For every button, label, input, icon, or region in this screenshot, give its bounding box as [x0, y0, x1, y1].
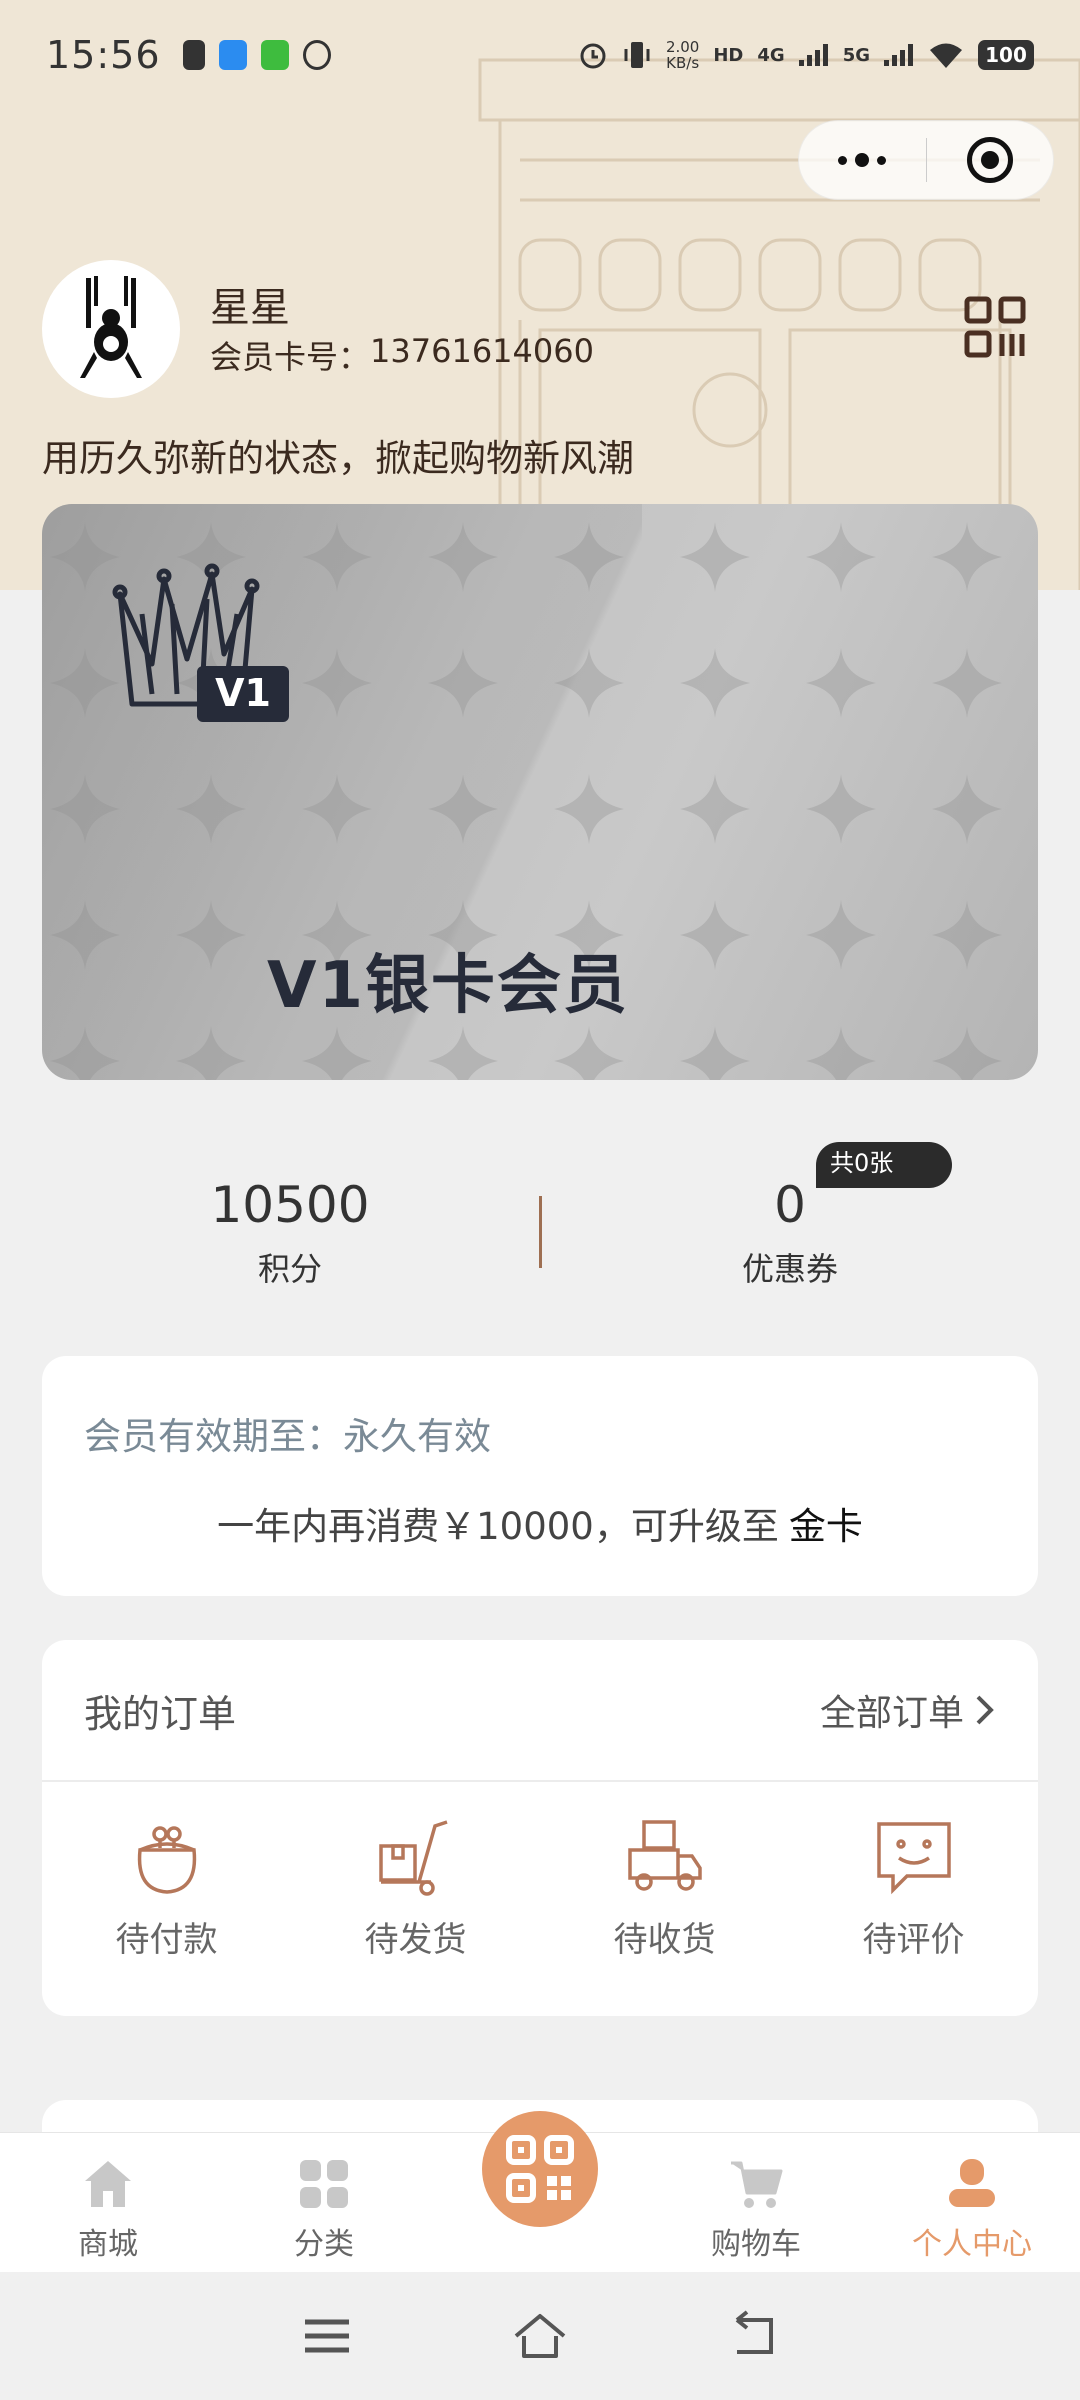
more-dot-icon: [877, 155, 887, 165]
upgrade-hint: 一年内再消费￥10000，可升级至 金卡: [42, 1496, 1038, 1550]
tab-profile[interactable]: 个人中心: [864, 2133, 1080, 2272]
coupons-label: 优惠券: [741, 1250, 838, 1288]
system-navigation-bar: [0, 2272, 1080, 2400]
my-orders-panel: 我的订单 全部订单 待付款 待发货 待收货 待评价: [42, 1640, 1038, 2016]
upgrade-level: 金卡: [788, 1505, 863, 1548]
slogan-text: 用历久弥新的状态，掀起购物新风潮: [42, 437, 634, 480]
qr-scan-icon: [506, 2135, 574, 2203]
purse-icon: [137, 1826, 196, 1894]
network-speed: 2.00 KB/s: [666, 39, 699, 71]
network-5g: 5G: [842, 44, 870, 66]
coupon-count-badge: 共0张: [816, 1142, 952, 1188]
stats-divider: [539, 1196, 542, 1268]
member-level-card[interactable]: V1 V1银卡会员: [42, 504, 1038, 1080]
app-logo-icon: [302, 40, 331, 70]
order-pending-receipt[interactable]: 待收货: [540, 1782, 789, 2014]
order-label: 待发货: [364, 1920, 467, 1960]
menu-icon[interactable]: [297, 2306, 357, 2366]
message-app-icon: [218, 40, 247, 70]
membership-validity-panel: 会员有效期至： 永久有效 一年内再消费￥10000，可升级至 金卡: [42, 1356, 1038, 1596]
tab-mall[interactable]: 商城: [0, 2133, 216, 2272]
home-icon: [85, 2161, 131, 2207]
network-4g: 4G: [757, 44, 785, 66]
points-value: 10500: [210, 1176, 370, 1234]
battery-indicator: 100: [978, 40, 1034, 70]
tab-category[interactable]: 分类: [216, 2133, 432, 2272]
order-pending-payment[interactable]: 待付款: [42, 1782, 291, 2014]
cart-icon: [731, 2161, 783, 2208]
card-number-label: 会员卡号：: [210, 338, 371, 376]
crown-icon: V1: [112, 563, 289, 722]
more-button[interactable]: [799, 153, 926, 167]
miniprogram-capsule: [798, 120, 1054, 200]
order-label: 待评价: [862, 1920, 965, 1960]
status-time: 15:56: [46, 33, 161, 77]
order-status-row: 待付款 待发货 待收货 待评价: [42, 1782, 1038, 2014]
clipboard-icon: [182, 40, 205, 70]
coupons-stat[interactable]: 0 优惠券: [690, 1172, 890, 1290]
tab-scan[interactable]: [432, 2111, 648, 2272]
validity-label: 会员有效期至：: [84, 1415, 343, 1458]
points-label: 积分: [257, 1250, 322, 1288]
scan-qr-button[interactable]: [482, 2111, 598, 2227]
order-pending-review[interactable]: 待评价: [789, 1782, 1038, 2014]
more-dot-icon: [838, 155, 848, 165]
orders-header: 我的订单 全部订单: [42, 1640, 1038, 1782]
order-pending-shipment[interactable]: 待发货: [291, 1782, 540, 2014]
speed-value: 2.00: [665, 38, 700, 56]
member-level-title: V1银卡会员: [267, 949, 630, 1023]
all-orders-label: 全部订单: [819, 1693, 964, 1734]
validity-value: 永久有效: [343, 1415, 491, 1458]
signal-icon: [798, 44, 828, 66]
signal-icon-2: [884, 44, 913, 66]
close-miniprogram-button[interactable]: [927, 137, 1054, 183]
all-orders-link[interactable]: 全部订单: [820, 1684, 996, 1736]
battery-level: 100: [985, 43, 1027, 67]
card-number-value: 13761614060: [370, 332, 594, 370]
username: 星星: [210, 285, 290, 331]
bottom-tab-bar: 商城 分类 购物车 个人中心: [0, 2111, 1080, 2272]
home-nav-icon[interactable]: [510, 2306, 570, 2366]
member-qr-code-icon[interactable]: [964, 296, 1028, 360]
notification-icons: [182, 40, 331, 70]
status-bar: 15:56 2.00 KB/s HD 4G 5G 100: [0, 0, 1080, 110]
tab-label: 购物车: [711, 2227, 801, 2262]
validity-line: 会员有效期至： 永久有效: [84, 1406, 491, 1460]
order-label: 待收货: [613, 1920, 716, 1960]
member-card-number: 会员卡号： 13761614060: [210, 332, 594, 378]
tab-label: 分类: [294, 2227, 354, 2262]
back-icon[interactable]: [723, 2306, 783, 2366]
wifi-icon: [930, 43, 962, 68]
speed-unit: KB/s: [666, 54, 700, 72]
upgrade-text: 一年内再消费￥10000，可升级至: [217, 1505, 779, 1548]
comment-smile-icon: [876, 1822, 951, 1895]
chevron-right-icon: [976, 1695, 994, 1725]
person-icon: [949, 2159, 995, 2207]
points-stat[interactable]: 10500 积分: [190, 1172, 390, 1290]
hd-badge: HD: [713, 44, 744, 66]
orders-title: 我的订单: [84, 1691, 237, 1736]
hand-truck-icon: [378, 1820, 448, 1896]
delivery-truck-icon: [627, 1820, 702, 1891]
tab-cart[interactable]: 购物车: [648, 2133, 864, 2272]
alarm-icon: [580, 43, 606, 69]
level-badge-text: V1: [215, 671, 271, 715]
spider-logo-icon: [80, 276, 142, 378]
avatar[interactable]: [42, 260, 180, 398]
wechat-icon: [260, 40, 289, 70]
tab-label: 商城: [78, 2227, 138, 2262]
grid-icon: [300, 2160, 348, 2208]
more-dot-icon: [855, 153, 870, 167]
order-label: 待付款: [115, 1920, 218, 1960]
target-icon: [966, 137, 1013, 183]
tab-label: 个人中心: [912, 2227, 1032, 2262]
vibrate-icon: [624, 42, 650, 68]
